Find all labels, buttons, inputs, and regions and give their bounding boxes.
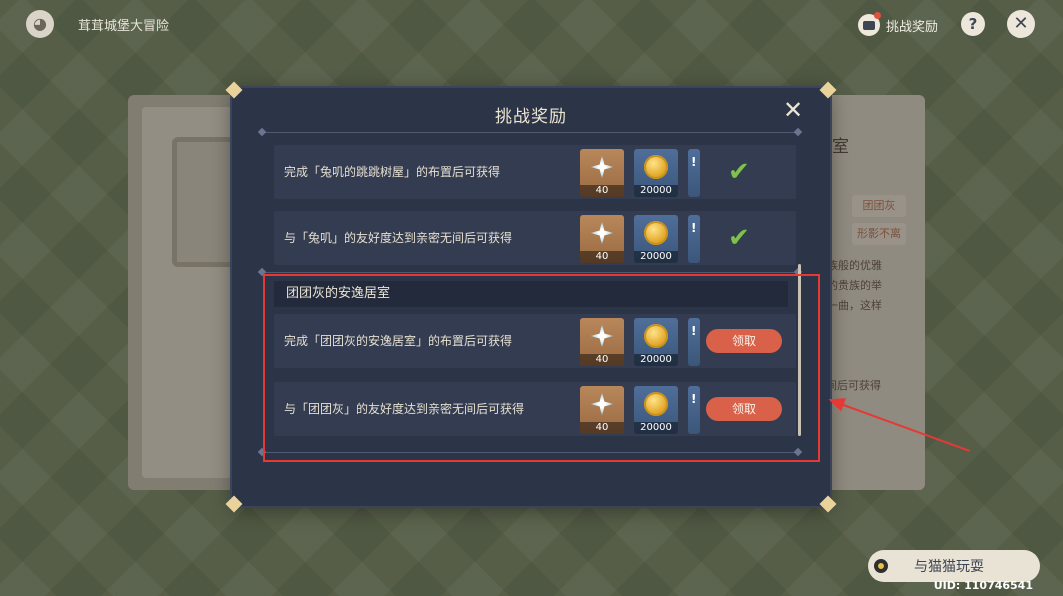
check-icon: ✔ xyxy=(728,223,750,253)
mora-coin-icon xyxy=(644,155,668,179)
mora-item[interactable]: 20000 xyxy=(634,149,678,197)
primogem-item[interactable]: 40 xyxy=(580,149,624,197)
item-quantity: 20000 xyxy=(634,185,678,197)
extra-item[interactable]: ! xyxy=(688,149,700,197)
help-icon[interactable]: ? xyxy=(961,12,985,36)
divider xyxy=(262,132,798,133)
challenge-reward-label: 挑战奖励 xyxy=(886,19,939,35)
game-title: 茸茸城堡大冒险 xyxy=(78,19,170,34)
reward-row: 完成「兔叽的跳跳树屋」的布置后可获得 40 20000 ! ✔ xyxy=(274,145,796,199)
close-icon[interactable]: ✕ xyxy=(1007,10,1035,38)
extra-item[interactable]: ! xyxy=(688,215,700,263)
reward-condition: 与「兔叽」的友好度达到亲密无间后可获得 xyxy=(284,231,513,245)
primogem-icon xyxy=(590,221,614,245)
play-with-cat-button[interactable]: 与猫猫玩耍 xyxy=(868,550,1040,582)
uid-text: UID: 110746541 xyxy=(933,579,1033,592)
item-quantity: 20000 xyxy=(634,251,678,263)
play-with-cat-label: 与猫猫玩耍 xyxy=(914,559,984,575)
check-icon: ✔ xyxy=(728,157,750,187)
reward-condition: 完成「兔叽的跳跳树屋」的布置后可获得 xyxy=(284,165,501,179)
modal-close-icon[interactable]: ✕ xyxy=(780,97,806,123)
modal-title: 挑战奖励 xyxy=(495,107,567,127)
cat-icon: ◕ xyxy=(26,10,54,38)
reward-row: 与「兔叽」的友好度达到亲密无间后可获得 40 20000 ! ✔ xyxy=(274,211,796,265)
mora-coin-icon xyxy=(644,221,668,245)
notification-dot xyxy=(874,12,881,19)
item-quantity: 40 xyxy=(580,185,624,197)
play-ring-icon xyxy=(874,559,888,573)
item-quantity: 40 xyxy=(580,251,624,263)
primogem-icon xyxy=(590,155,614,179)
divider xyxy=(262,272,798,273)
mora-item[interactable]: 20000 xyxy=(634,215,678,263)
primogem-item[interactable]: 40 xyxy=(580,215,624,263)
challenge-reward-button[interactable]: 挑战奖励 xyxy=(858,12,938,38)
highlight-annotation-box xyxy=(263,274,820,462)
gift-icon xyxy=(858,12,881,36)
